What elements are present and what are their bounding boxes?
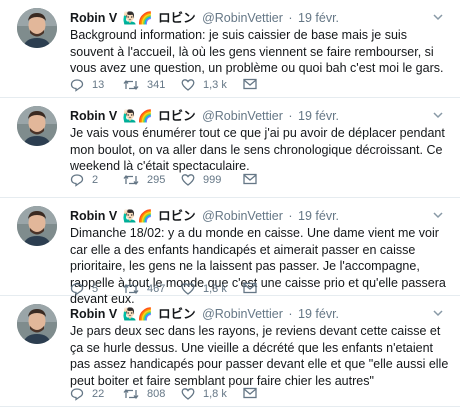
tweet-text: Je pars deux sec dans les rayons, je rev…	[70, 324, 449, 388]
avatar[interactable]	[17, 304, 57, 344]
tweet-header: Robin V 🙋🏻‍♂️🌈 ロビン @RobinVettier · 19 fé…	[70, 306, 339, 322]
reply-icon	[70, 283, 84, 296]
separator: ·	[288, 307, 293, 321]
reply-icon	[70, 174, 84, 187]
author-name[interactable]: Robin V	[70, 109, 117, 123]
like-button[interactable]: 1,3 k	[181, 78, 227, 92]
author-handle[interactable]: @RobinVettier	[202, 209, 283, 223]
reply-icon	[70, 79, 84, 92]
direct-message-button[interactable]	[243, 387, 265, 399]
tweet-thread: Robin V 🙋🏻‍♂️🌈 ロビン @RobinVettier · 19 fé…	[0, 0, 460, 407]
reply-count: 5	[92, 283, 99, 295]
reply-count: 13	[92, 79, 105, 91]
author-emoji: 🙋🏻‍♂️🌈	[122, 11, 153, 25]
reply-button[interactable]: 22	[70, 387, 104, 401]
tweet-date[interactable]: 19 févr.	[298, 109, 339, 123]
direct-message-button[interactable]	[243, 78, 265, 90]
envelope-icon	[243, 387, 257, 399]
retweet-icon	[123, 79, 139, 91]
author-name[interactable]: Robin V	[70, 11, 117, 25]
heart-icon	[181, 388, 195, 400]
retweet-button[interactable]: 467	[123, 282, 165, 296]
heart-icon	[181, 79, 195, 91]
author-name[interactable]: Robin V	[70, 209, 117, 223]
author-handle[interactable]: @RobinVettier	[202, 109, 283, 123]
direct-message-button[interactable]	[243, 173, 265, 185]
author-emoji: 🙋🏻‍♂️🌈	[122, 209, 153, 223]
retweet-icon	[123, 174, 139, 186]
reply-count: 22	[92, 388, 105, 400]
like-count: 1,8 k	[203, 388, 227, 400]
retweet-button[interactable]: 808	[123, 387, 165, 401]
direct-message-button[interactable]	[243, 282, 265, 294]
author-kana: ロビン	[158, 307, 196, 321]
reply-button[interactable]: 5	[70, 282, 98, 296]
author-emoji: 🙋🏻‍♂️🌈	[122, 109, 153, 123]
author-handle[interactable]: @RobinVettier	[202, 11, 283, 25]
tweet-text: Je vais vous énumérer tout ce que j'ai p…	[70, 126, 445, 173]
tweet[interactable]: Robin V 🙋🏻‍♂️🌈 ロビン @RobinVettier · 19 fé…	[0, 0, 460, 98]
separator: ·	[288, 11, 293, 25]
avatar[interactable]	[17, 106, 57, 146]
heart-icon	[181, 283, 195, 295]
separator: ·	[288, 109, 293, 123]
envelope-icon	[243, 173, 257, 185]
reply-icon	[70, 388, 84, 401]
retweet-count: 808	[147, 388, 166, 400]
chevron-down-icon[interactable]	[432, 208, 444, 220]
author-kana: ロビン	[158, 11, 196, 25]
chevron-down-icon[interactable]	[432, 10, 444, 22]
tweet[interactable]: Robin V 🙋🏻‍♂️🌈 ロビン @RobinVettier · 19 fé…	[0, 296, 460, 407]
reply-count: 2	[92, 174, 99, 186]
like-button[interactable]: 1,8 k	[181, 387, 227, 401]
chevron-down-icon[interactable]	[432, 108, 444, 120]
retweet-icon	[123, 283, 139, 295]
heart-icon	[181, 174, 195, 186]
like-count: 1,3 k	[203, 79, 227, 91]
tweet-date[interactable]: 19 févr.	[298, 307, 339, 321]
like-count: 1,3 k	[203, 283, 227, 295]
retweet-icon	[123, 388, 139, 400]
retweet-button[interactable]: 341	[123, 78, 165, 92]
author-emoji: 🙋🏻‍♂️🌈	[122, 307, 153, 321]
avatar[interactable]	[17, 206, 57, 246]
separator: ·	[288, 209, 293, 223]
tweet[interactable]: Robin V 🙋🏻‍♂️🌈 ロビン @RobinVettier · 19 fé…	[0, 98, 460, 198]
tweet[interactable]: Robin V 🙋🏻‍♂️🌈 ロビン @RobinVettier · 19 fé…	[0, 198, 460, 306]
author-kana: ロビン	[158, 209, 196, 223]
tweet-header: Robin V 🙋🏻‍♂️🌈 ロビン @RobinVettier · 19 fé…	[70, 10, 339, 26]
envelope-icon	[243, 78, 257, 90]
retweet-button[interactable]: 295	[123, 173, 165, 187]
tweet-text: Background information: je suis caissier…	[70, 28, 444, 75]
author-name[interactable]: Robin V	[70, 307, 117, 321]
reply-button[interactable]: 2	[70, 173, 98, 187]
avatar[interactable]	[17, 8, 57, 48]
retweet-count: 295	[147, 174, 166, 186]
author-handle[interactable]: @RobinVettier	[202, 307, 283, 321]
retweet-count: 341	[147, 79, 166, 91]
tweet-header: Robin V 🙋🏻‍♂️🌈 ロビン @RobinVettier · 19 fé…	[70, 108, 339, 124]
tweet-date[interactable]: 19 févr.	[298, 11, 339, 25]
tweet-header: Robin V 🙋🏻‍♂️🌈 ロビン @RobinVettier · 19 fé…	[70, 208, 339, 224]
like-count: 999	[203, 174, 222, 186]
author-kana: ロビン	[158, 109, 196, 123]
envelope-icon	[243, 282, 257, 294]
chevron-down-icon[interactable]	[432, 306, 444, 318]
tweet-date[interactable]: 19 févr.	[298, 209, 339, 223]
reply-button[interactable]: 13	[70, 78, 104, 92]
like-button[interactable]: 999	[181, 173, 221, 187]
retweet-count: 467	[147, 283, 166, 295]
like-button[interactable]: 1,3 k	[181, 282, 227, 296]
